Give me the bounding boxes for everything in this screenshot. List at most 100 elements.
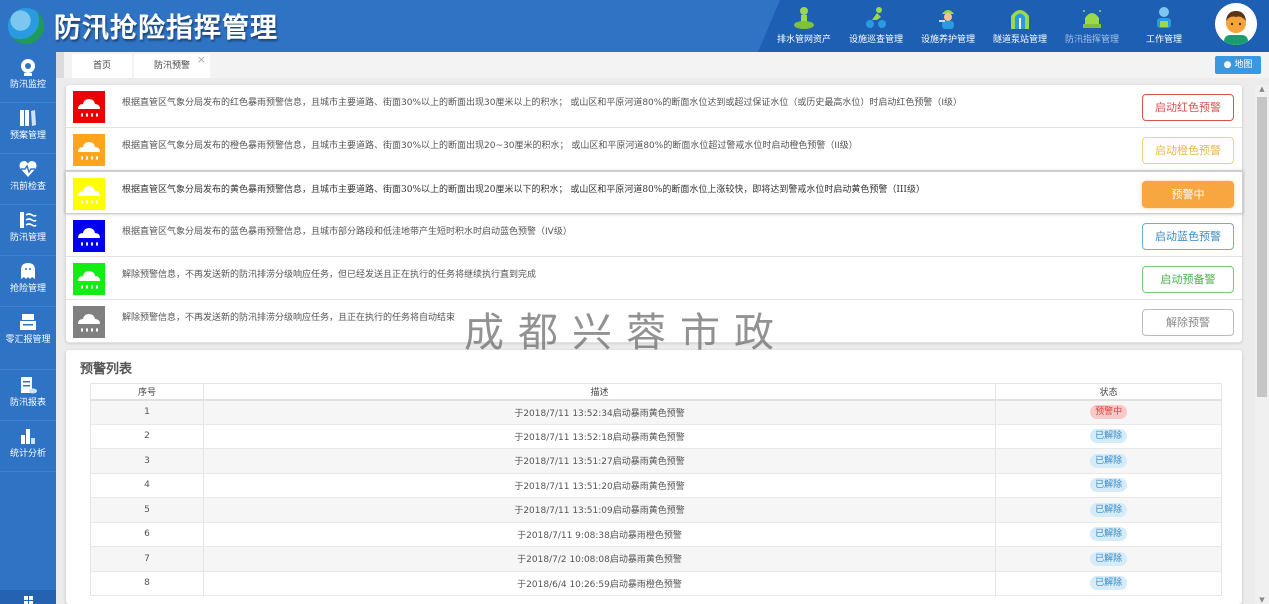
pipe-network-icon [794,7,814,29]
scrollbar-thumb[interactable] [1257,97,1267,397]
user-avatar[interactable] [1215,3,1257,45]
status-badge: 预警中 [1090,405,1128,419]
table-row[interactable]: 4 于2018/7/11 13:51:20启动暴雨黄色预警 已解除 [90,473,1222,498]
bar-chart-icon [21,429,35,444]
table-row[interactable]: 6 于2018/7/11 9:08:38启动暴雨橙色预警 已解除 [90,522,1222,547]
table-row[interactable]: 5 于2018/7/11 13:51:09启动暴雨黄色预警 已解除 [90,497,1222,523]
close-tab-icon[interactable]: × [197,48,206,72]
scroll-down-arrow-icon[interactable]: ▼ [1255,596,1269,604]
app-root: 防汛抢险指挥管理 排水管网资产 设施巡查管理 设施养护管理 隧道泵站管理 防汛指… [0,0,1269,604]
status-badge: 已解除 [1090,576,1128,591]
rainstorm-warning-icon [73,178,105,210]
warning-action-button[interactable]: 启动红色预警 [1142,94,1234,121]
rainstorm-warning-icon [73,306,105,338]
cell-no: 1 [90,399,204,425]
sidebar-item-pre-flood-inspection[interactable]: 汛前检查 [0,154,56,205]
cell-description: 于2018/7/11 9:08:38启动暴雨橙色预警 [202,522,997,547]
topnav-label: 排水管网资产 [776,35,831,45]
cell-description: 于2018/7/11 13:51:09启动暴雨黄色预警 [202,497,997,523]
topnav-item-facility-patrol[interactable]: 设施巡查管理 [840,4,912,50]
cyclist-patrol-icon [866,7,886,28]
warning-description: 根据直管区气象分局发布的黄色暴雨预警信息，且城市主要道路、街面30%以上的断面出… [122,185,925,195]
cell-status: 已解除 [995,546,1222,572]
camera-icon [21,59,35,76]
rainstorm-warning-icon [73,220,105,252]
table-row[interactable]: 7 于2018/7/2 10:08:08启动暴雨黄色预警 已解除 [90,546,1222,572]
worker-maintenance-icon [939,10,954,29]
scroll-up-arrow-icon[interactable]: ▲ [1255,85,1269,93]
sidebar-label: 汛前检查 [9,182,46,192]
warning-list-panel: 预警列表 序号 描述 状态 1 于2018/7/11 13:52:34启动暴雨黄色… [66,350,1242,604]
warning-action-button[interactable]: 启动橙色预警 [1142,137,1234,164]
app-logo-icon [8,8,44,44]
warning-action-button[interactable]: 启动预备警 [1142,266,1234,293]
warning-action-button[interactable]: 解除预警 [1142,309,1234,336]
topnav-item-tunnel-pump[interactable]: 隧道泵站管理 [984,4,1056,50]
sidebar-label: 防汛管理 [9,233,46,243]
sidebar-item-plan-management[interactable]: 预案管理 [0,103,56,154]
sidebar-menu-toggle[interactable] [0,590,56,604]
tab-home[interactable]: 首页 [72,54,132,78]
cell-no: 6 [90,522,204,547]
table-row[interactable]: 3 于2018/7/11 13:51:27启动暴雨黄色预警 已解除 [90,448,1222,474]
sidebar-label: 抢险管理 [9,284,46,294]
cell-status: 已解除 [995,473,1222,498]
status-badge: 已解除 [1090,478,1128,493]
status-badge: 已解除 [1090,429,1128,444]
status-badge: 已解除 [1090,527,1128,542]
table-row[interactable]: 8 于2018/6/4 10:26:59启动暴雨橙色预警 已解除 [90,571,1222,596]
column-header-description: 描述 [202,383,997,401]
warning-action-button[interactable]: 启动蓝色预警 [1142,223,1234,250]
table-row[interactable]: 1 于2018/7/11 13:52:34启动暴雨黄色预警 预警中 [90,399,1222,425]
topnav-label: 防汛指挥管理 [1064,35,1119,45]
printer-icon [20,314,36,330]
cell-no: 7 [90,546,204,572]
app-title: 防汛抢险指挥管理 [54,13,278,44]
sidebar-label: 预案管理 [9,131,46,141]
cell-status: 已解除 [995,522,1222,547]
map-button-label: 地图 [1234,60,1253,70]
sidebar-item-flood-management[interactable]: 防汛管理 [0,205,56,256]
cell-description: 于2018/6/4 10:26:59启动暴雨橙色预警 [202,571,997,596]
sidebar-item-zero-report[interactable]: 零汇报管理 [0,307,56,370]
warning-level-row: 根据直管区气象分局发布的黄色暴雨预警信息，且城市主要道路、街面30%以上的断面出… [65,171,1243,214]
cell-no: 8 [90,571,204,596]
topnav-item-pipe-assets[interactable]: 排水管网资产 [768,4,840,50]
warning-level-row: 解除预警信息，不再发送新的防汛排涝分级响应任务，但已经发送且正在执行的任务将继续… [66,257,1242,300]
sidebar-item-flood-report[interactable]: 防汛报表 [0,370,56,421]
sidebar-item-flood-monitoring[interactable]: 防汛监控 [0,52,56,103]
cell-status: 已解除 [995,497,1222,523]
topnav-item-flood-command[interactable]: 防汛指挥管理 [1056,4,1128,50]
status-badge: 已解除 [1090,551,1128,566]
app-header: 防汛抢险指挥管理 排水管网资产 设施巡查管理 设施养护管理 隧道泵站管理 防汛指… [0,0,1269,52]
sidebar-item-statistics[interactable]: 统计分析 [0,421,56,472]
warning-description: 根据直管区气象分局发布的红色暴雨预警信息，且城市主要道路、街面30%以上的断面出… [122,98,962,108]
cell-description: 于2018/7/11 13:52:34启动暴雨黄色预警 [202,399,997,425]
cell-status: 已解除 [995,448,1222,474]
cell-no: 4 [90,473,204,498]
topnav-item-facility-maintenance[interactable]: 设施养护管理 [912,4,984,50]
tab-label: 首页 [92,61,111,71]
sidebar-item-rescue-management[interactable]: 抢险管理 [0,256,56,307]
table-row[interactable]: 2 于2018/7/11 13:52:18启动暴雨黄色预警 已解除 [90,424,1222,449]
rainstorm-warning-icon [73,263,105,295]
tunnel-icon [1011,10,1029,29]
warning-action-button[interactable]: 预警中 [1142,181,1234,208]
rainstorm-warning-icon [73,91,105,123]
cell-description: 于2018/7/11 13:51:20启动暴雨黄色预警 [202,473,997,498]
warning-list-table: 序号 描述 状态 1 于2018/7/11 13:52:34启动暴雨黄色预警 预警中… [90,383,1222,596]
topnav-item-work-management[interactable]: 工作管理 [1128,4,1200,50]
alarm-light-icon [1083,10,1101,28]
page-scrollbar[interactable]: ▲ ▼ [1255,85,1269,604]
map-button[interactable]: ● 地图 [1215,56,1261,74]
user-avatar-icon [1215,3,1257,45]
cell-status: 已解除 [995,571,1222,596]
flood-wall-icon [20,212,37,228]
tab-flood-warning[interactable]: 防汛预警 × [134,53,210,78]
cell-no: 5 [90,497,204,523]
warning-description: 根据直管区气象分局发布的橙色暴雨预警信息，且城市主要道路、街面30%以上的断面出… [122,141,858,151]
warning-level-row: 根据直管区气象分局发布的橙色暴雨预警信息，且城市主要道路、街面30%以上的断面出… [66,128,1242,171]
status-badge: 已解除 [1090,502,1128,517]
warning-level-row: 解除预警信息，不再发送新的防汛排涝分级响应任务，且正在执行的任务将自动结束 解除预… [66,300,1242,343]
warning-level-row: 根据直管区气象分局发布的蓝色暴雨预警信息，且城市部分路段和低洼地带产生短时积水时… [66,214,1242,257]
